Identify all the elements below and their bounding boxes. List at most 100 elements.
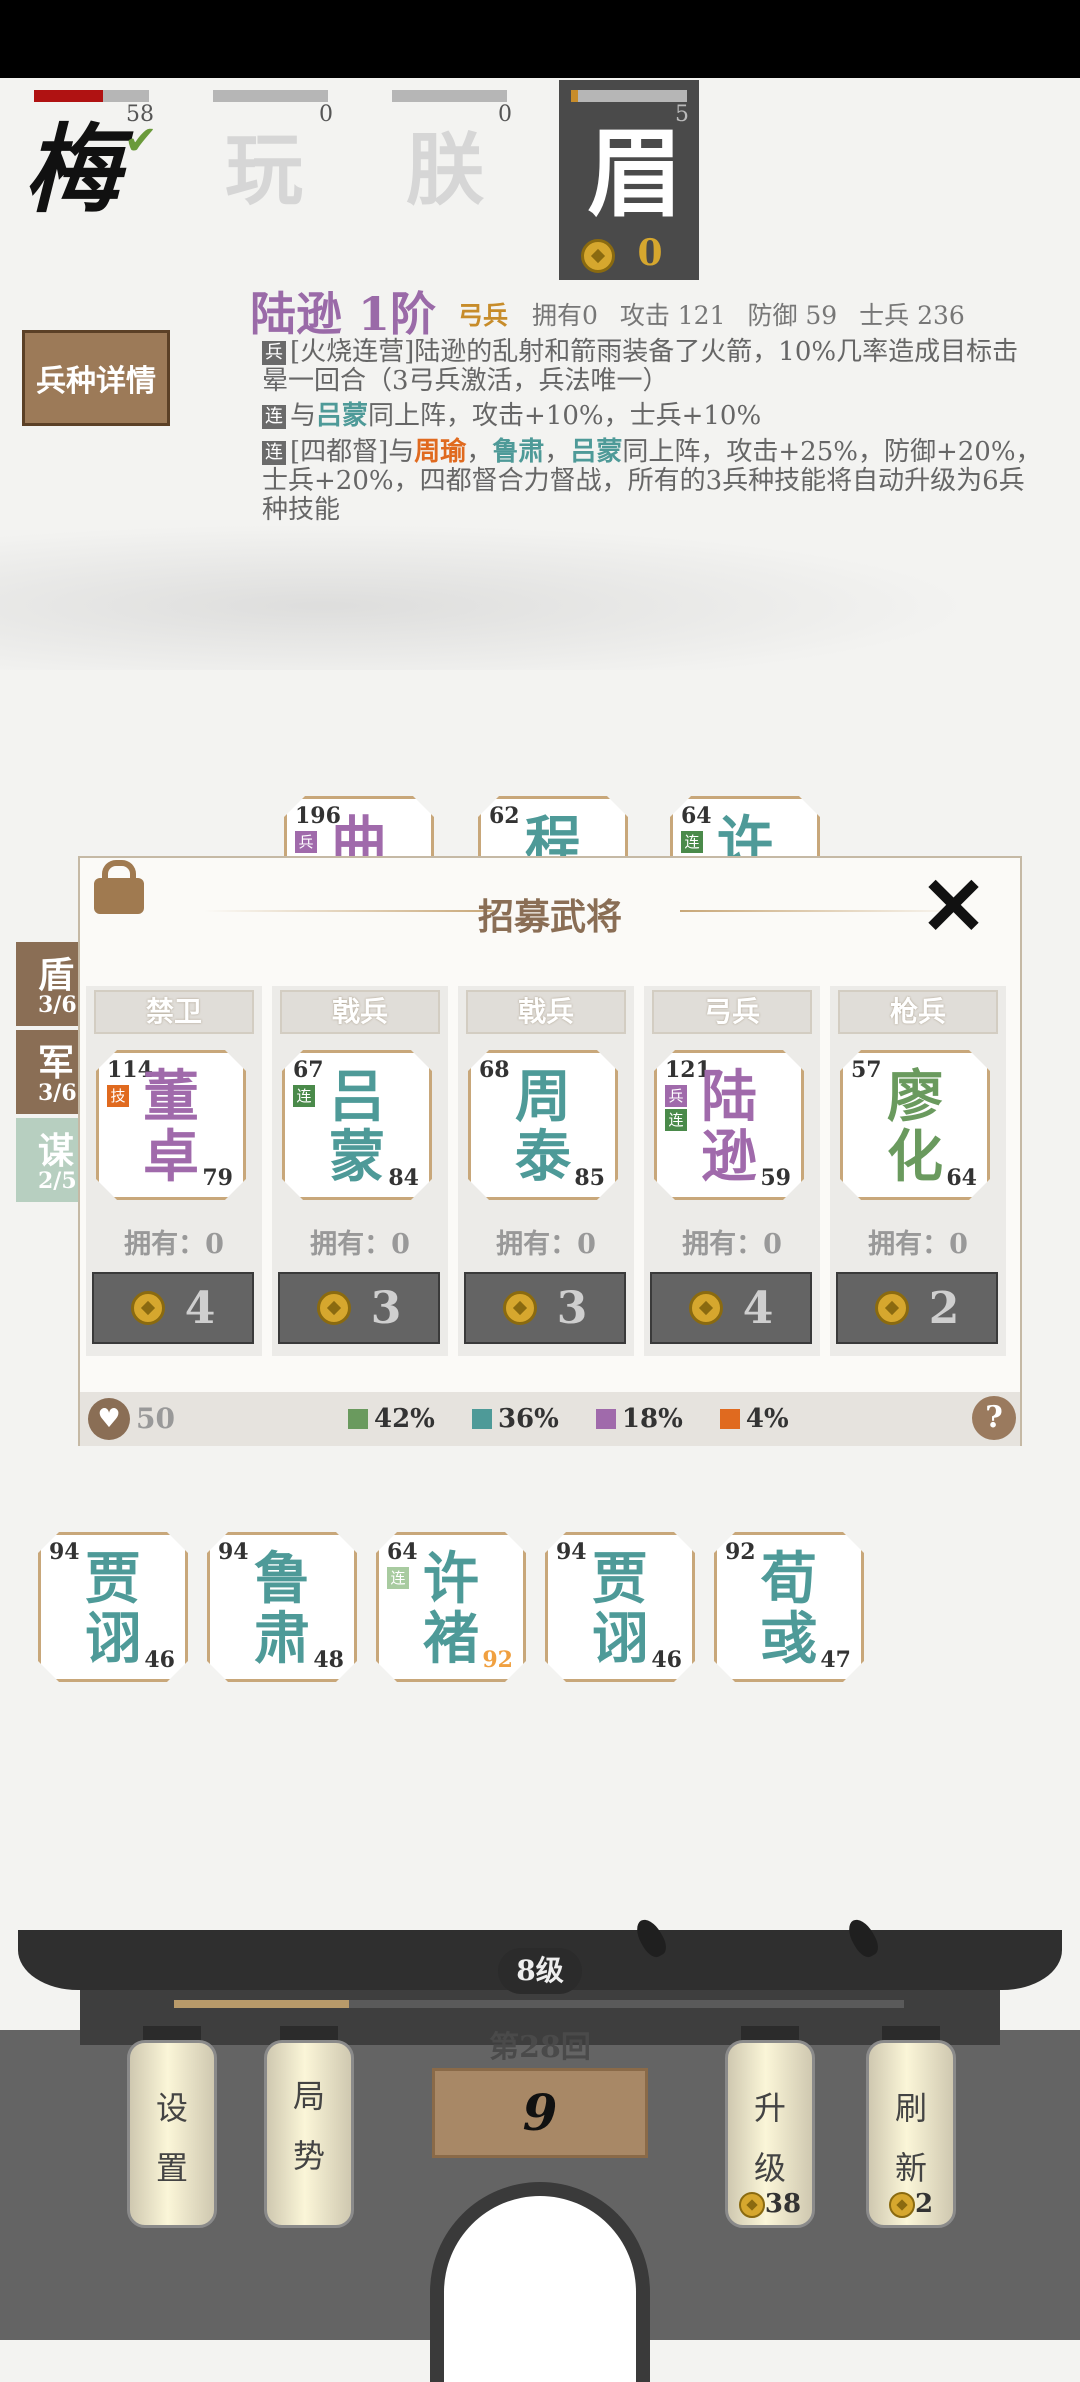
recruit-slot[interactable]: 禁卫 114 技 董 卓 79 拥有：0 4 xyxy=(86,986,262,1356)
tier-odds-value: 18% xyxy=(621,1404,683,1434)
unit-type-label: 枪兵 xyxy=(838,990,998,1034)
unit-defense: 46 xyxy=(144,1647,175,1673)
bench-unit-card[interactable]: 94 贾 诩 46 xyxy=(545,1532,695,1682)
heart-icon: ♥ xyxy=(88,1398,130,1440)
general-name: 陆逊 1阶 xyxy=(250,287,437,341)
unit-name: 许 xyxy=(423,1546,479,1612)
skill-line-1: 兵 [火烧连营]陆逊的乱射和箭雨装备了火箭，10%几率造成目标击晕一回合（3弓兵激… xyxy=(262,338,1042,396)
synergy-title: 军 xyxy=(38,1042,75,1084)
recruit-footer: ♥ 50 42% 36% 18% 4% ? xyxy=(80,1392,1020,1446)
refresh-button[interactable]: 刷 新 2 xyxy=(866,2040,956,2228)
general-defense: 防御 59 xyxy=(747,301,838,330)
buy-button[interactable]: 4 xyxy=(650,1272,812,1344)
recruit-slot[interactable]: 戟兵 67 连 吕 蒙 84 拥有：0 3 xyxy=(272,986,448,1356)
synergy-count: 3/6 xyxy=(38,1080,77,1106)
bench-unit-card[interactable]: 64 连 许 褚 92 xyxy=(376,1532,526,1682)
recruit-card[interactable]: 114 技 董 卓 79 xyxy=(96,1050,246,1200)
unit-defense: 85 xyxy=(574,1165,605,1191)
synergy-tab-army[interactable]: 军 3/6 xyxy=(16,1030,86,1114)
skill-text: [四都督]与 xyxy=(290,437,415,467)
skill-general: 吕蒙 xyxy=(570,437,623,467)
skill-tag: 连 xyxy=(262,441,286,465)
buy-cost: 3 xyxy=(370,1282,402,1334)
buy-button[interactable]: 3 xyxy=(464,1272,626,1344)
player-hp-bar xyxy=(571,90,687,102)
refresh-cost-value: 2 xyxy=(914,2189,934,2219)
general-type: 弓兵 xyxy=(458,301,509,330)
player-slot-self[interactable]: 5 眉 0 xyxy=(559,80,699,280)
synergy-count: 3/6 xyxy=(38,992,77,1018)
player-score: 0 xyxy=(498,102,512,127)
tier-odds-value: 36% xyxy=(497,1404,559,1434)
help-icon[interactable]: ? xyxy=(972,1396,1016,1440)
player-slot-1[interactable]: 58 梅 ✔ xyxy=(14,80,164,280)
owned-count: 拥有：0 xyxy=(682,1229,782,1260)
recruit-slot[interactable]: 弓兵 121 兵 连 陆 逊 59 拥有：0 4 xyxy=(644,986,820,1356)
recruit-card[interactable]: 68 周 泰 85 xyxy=(468,1050,618,1200)
gold-counter: 9 xyxy=(432,2068,648,2158)
owned-count: 拥有：0 xyxy=(124,1229,224,1260)
close-icon[interactable]: ✕ xyxy=(920,866,987,946)
unit-type-label: 弓兵 xyxy=(652,990,812,1034)
lantern-cap xyxy=(741,2026,799,2040)
skill-tag: 兵 xyxy=(262,341,286,365)
lantern-label: 置 xyxy=(155,2149,188,2187)
recruit-dialog: 招募武将 ✕ 禁卫 114 技 董 卓 79 拥有：0 4 戟兵 67 连 吕 … xyxy=(78,856,1022,1446)
unit-detail-button[interactable]: 兵种详情 xyxy=(22,330,170,426)
buy-button[interactable]: 2 xyxy=(836,1272,998,1344)
upgrade-cost-value: 38 xyxy=(764,2189,802,2219)
hp-value: 50 xyxy=(136,1402,175,1435)
recruit-slot[interactable]: 枪兵 57 廖 化 64 拥有：0 2 xyxy=(830,986,1006,1356)
settings-button[interactable]: 设 置 xyxy=(127,2040,217,2228)
recruit-slot[interactable]: 戟兵 68 周 泰 85 拥有：0 3 xyxy=(458,986,634,1356)
unit-defense: 92 xyxy=(482,1647,513,1673)
unit-defense: 47 xyxy=(820,1647,851,1673)
skill-text: 与 xyxy=(290,401,317,431)
coin-icon xyxy=(130,1291,165,1325)
unit-defense: 84 xyxy=(388,1165,419,1191)
skill-text: [火烧连营]陆逊的乱射和箭雨装备了火箭，10%几率造成目标击晕一回合（3弓兵激活… xyxy=(262,337,1019,396)
bench-unit-card[interactable]: 94 贾 诩 46 xyxy=(38,1532,188,1682)
buy-cost: 4 xyxy=(184,1282,216,1334)
lantern-label: 刷 xyxy=(894,2089,927,2127)
general-attack: 攻击 121 xyxy=(619,301,726,330)
upgrade-button[interactable]: 升 级 38 xyxy=(725,2040,815,2228)
unit-name: 周 xyxy=(515,1064,571,1130)
coin-icon xyxy=(738,2192,765,2218)
player-slot-3[interactable]: 0 朕 xyxy=(372,80,522,280)
lantern-label: 局 xyxy=(292,2077,325,2115)
coin-icon xyxy=(688,1291,723,1325)
ink-background xyxy=(0,510,1080,670)
recruit-card[interactable]: 67 连 吕 蒙 84 xyxy=(282,1050,432,1200)
coin-icon xyxy=(888,2192,915,2218)
unit-name: 廖 xyxy=(887,1064,943,1130)
synergy-title: 谋 xyxy=(38,1130,75,1172)
recruit-card[interactable]: 57 廖 化 64 xyxy=(840,1050,990,1200)
bench-unit-card[interactable]: 92 荀 彧 47 xyxy=(714,1532,864,1682)
xp-progress-bar xyxy=(174,2000,904,2008)
synergy-tab-shield[interactable]: 盾 3/6 xyxy=(16,942,86,1026)
buy-button[interactable]: 3 xyxy=(278,1272,440,1344)
recruit-title: 招募武将 xyxy=(477,896,622,938)
recruit-card-selected[interactable]: 121 兵 连 陆 逊 59 xyxy=(654,1050,804,1200)
player-gold-value: 0 xyxy=(637,232,663,274)
situation-button[interactable]: 局 势 xyxy=(264,2040,354,2228)
skill-tag: 连 xyxy=(262,405,286,429)
unit-type-label: 禁卫 xyxy=(94,990,254,1034)
tier-color-swatch xyxy=(719,1409,740,1429)
lantern-label: 势 xyxy=(292,2137,325,2175)
owned-count: 拥有：0 xyxy=(868,1229,968,1260)
player-score: 0 xyxy=(319,102,333,127)
coin-icon xyxy=(874,1291,909,1325)
skill-text: 同上阵，攻击+10%，士兵+10% xyxy=(368,401,762,431)
status-bar xyxy=(0,0,1080,78)
synergy-tab-strategy[interactable]: 谋 2/5 xyxy=(16,1118,86,1202)
bench-unit-card[interactable]: 94 鲁 肃 48 xyxy=(207,1532,357,1682)
coin-icon xyxy=(581,239,615,273)
player-hp-bar xyxy=(392,90,507,102)
buy-button[interactable]: 4 xyxy=(92,1272,254,1344)
player-slot-2[interactable]: 0 玩 xyxy=(193,80,343,280)
skill-text: ， xyxy=(544,437,571,467)
refresh-cost: 2 xyxy=(869,2189,953,2219)
general-soldiers: 士兵 236 xyxy=(859,301,965,330)
